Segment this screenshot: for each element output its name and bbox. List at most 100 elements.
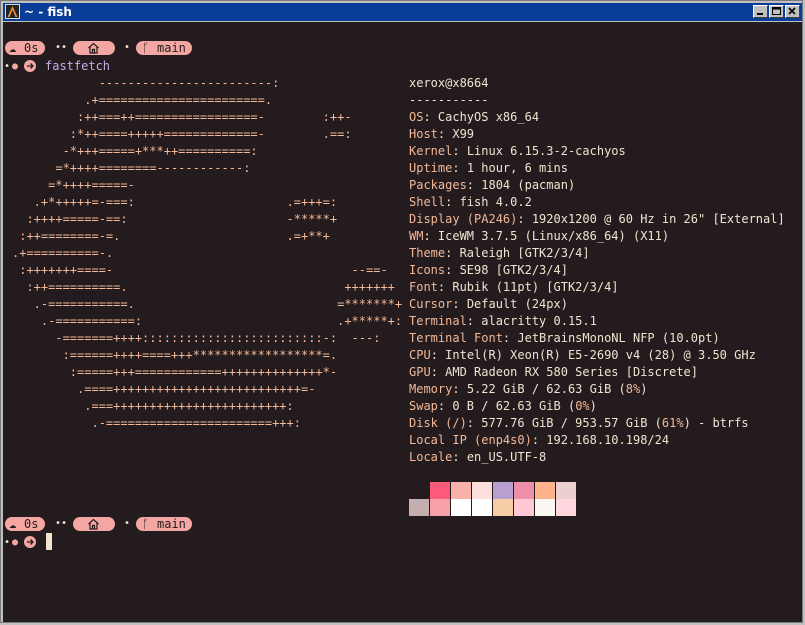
maximize-button[interactable] xyxy=(769,5,784,18)
info-label: OS xyxy=(409,110,424,124)
git-branch-pill: ᚴ main xyxy=(136,517,192,531)
info-suffix: - btrfs xyxy=(690,416,749,430)
info-row: Shell: fish 4.0.2 xyxy=(409,195,532,209)
info-label: Icons xyxy=(409,263,446,277)
info-row: Host: X99 xyxy=(409,127,475,141)
palette-swatch xyxy=(451,482,471,499)
info-row: Local IP (enp4s0): 192.168.10.198/24 xyxy=(409,433,670,447)
ascii-line: :=====+++============++++++++++++++*- xyxy=(12,365,338,379)
info-label: CPU xyxy=(409,348,431,362)
cloud-icon: ☁ xyxy=(9,517,17,531)
prompt-dots: • xyxy=(4,537,11,548)
ascii-line: :*++====+++++=============- .==: xyxy=(12,127,352,141)
info-row: Packages: 1804 (pacman) xyxy=(409,178,576,192)
info-row: OS: CachyOS x86_64 xyxy=(409,110,540,124)
prompt-dots: ● xyxy=(12,61,19,72)
separator-dots: •• xyxy=(55,518,68,529)
arrow-right-icon xyxy=(24,60,36,72)
command-line-1: • ● fastfetch xyxy=(3,58,143,74)
text-cursor xyxy=(46,533,52,550)
info-row: GPU: AMD Radeon RX 580 Series [Discrete] xyxy=(409,365,699,379)
usage-percent: 8% xyxy=(625,382,641,396)
info-row: WM: IceWM 3.7.5 (Linux/x86_64) (X11) xyxy=(409,229,670,243)
prompt-dots: • xyxy=(4,61,11,72)
palette-swatch xyxy=(493,482,513,499)
info-value: Intel(R) Xeon(R) E5-2690 v4 (28) @ 3.50 … xyxy=(445,348,756,362)
command-line-2[interactable]: • ● xyxy=(3,534,63,550)
ascii-line: :++++=====-==: -*****+ xyxy=(12,212,338,226)
palette-swatch xyxy=(535,482,555,499)
info-label: WM xyxy=(409,229,424,243)
info-label: Terminal xyxy=(409,314,467,328)
info-label: Shell xyxy=(409,195,446,209)
palette-swatch xyxy=(514,499,534,516)
info-value: X99 xyxy=(452,127,475,141)
palette-swatch xyxy=(430,499,450,516)
info-value: Linux 6.15.3-2-cachyos xyxy=(466,144,626,158)
info-label: Display (PA246) xyxy=(409,212,518,226)
ascii-line: :======++++====+++******************=. xyxy=(12,348,338,362)
info-row: Uptime: 1 hour, 6 mins xyxy=(409,161,568,175)
info-label: Uptime xyxy=(409,161,453,175)
info-value: JetBrainsMonoNL NFP (10.0pt) xyxy=(517,331,720,345)
info-value: 5.22 GiB / 62.63 GiB xyxy=(466,382,612,396)
ascii-line: -*+++=====+***++==========: xyxy=(12,144,258,158)
ascii-line: :++===++=================- :++- xyxy=(12,110,352,124)
info-label: Swap xyxy=(409,399,438,413)
info-value: alacritty 0.15.1 xyxy=(481,314,597,328)
cloud-icon: ☁ xyxy=(9,41,17,55)
ascii-line: :++==========. +++++++ xyxy=(12,280,395,294)
info-row: Font: Rubik (11pt) [GTK2/3/4] xyxy=(409,280,619,294)
palette-swatch xyxy=(556,482,576,499)
ascii-line: .====++++++++++++++++++++++++++=- xyxy=(12,382,316,396)
info-label: Terminal Font xyxy=(409,331,503,345)
info-value: 577.76 GiB / 953.57 GiB xyxy=(481,416,648,430)
minimize-button[interactable] xyxy=(753,5,768,18)
info-label: Cursor xyxy=(409,297,453,311)
info-row: Icons: SE98 [GTK2/3/4] xyxy=(409,263,568,277)
ascii-line: ------------------------: xyxy=(12,76,280,90)
separator-dot: • xyxy=(124,518,131,529)
info-row: Swap: 0 B / 62.63 GiB (0%) xyxy=(409,399,597,413)
title-bar[interactable]: ~ - fish xyxy=(3,3,802,21)
terminal-window: ~ - fish ☁ 0s •• • ᚴ main • ● fastfetch … xyxy=(0,0,803,623)
palette-swatch xyxy=(493,499,513,516)
duration-pill: ☁ 0s xyxy=(5,41,45,55)
palette-swatch xyxy=(409,499,429,516)
user-host: xerox@x8664 xyxy=(409,76,489,90)
terminal-area[interactable]: ☁ 0s •• • ᚴ main • ● fastfetch ---------… xyxy=(3,22,802,622)
home-pill xyxy=(73,41,115,55)
info-value: en_US.UTF-8 xyxy=(466,450,547,464)
info-value: AMD Radeon RX 580 Series [Discrete] xyxy=(445,365,699,379)
info-row: Theme: Raleigh [GTK2/3/4] xyxy=(409,246,590,260)
git-branch-icon: ᚴ xyxy=(142,517,150,531)
home-icon xyxy=(87,518,100,533)
usage-percent: 61% xyxy=(661,416,684,430)
ascii-line: .-=======================+++: xyxy=(12,416,301,430)
info-row: CPU: Intel(R) Xeon(R) E5-2690 v4 (28) @ … xyxy=(409,348,756,362)
info-value: 1 hour, 6 mins xyxy=(466,161,568,175)
info-label: Locale xyxy=(409,450,453,464)
palette-swatch xyxy=(409,482,429,499)
info-label: Memory xyxy=(409,382,453,396)
info-label: Packages xyxy=(409,178,467,192)
palette-swatch xyxy=(556,499,576,516)
usage-percent: 0% xyxy=(575,399,590,413)
info-label: Theme xyxy=(409,246,446,260)
duration-pill: ☁ 0s xyxy=(5,517,45,531)
prompt-status-line: ☁ 0s •• • ᚴ main xyxy=(5,41,225,55)
info-row: Locale: en_US.UTF-8 xyxy=(409,450,547,464)
info-value: Rubik (11pt) [GTK2/3/4] xyxy=(452,280,619,294)
alacritty-icon[interactable] xyxy=(5,4,20,19)
prompt-dots: ● xyxy=(12,537,19,548)
ascii-line: .-===========. =*******+ xyxy=(12,297,403,311)
info-value: 1804 (pacman) xyxy=(481,178,576,192)
palette-swatch xyxy=(535,499,555,516)
info-row: Cursor: Default (24px) xyxy=(409,297,568,311)
info-row: Display (PA246): 1920x1200 @ 60 Hz in 26… xyxy=(409,212,785,226)
close-button[interactable] xyxy=(785,5,800,18)
info-label: Kernel xyxy=(409,144,453,158)
info-row: Disk (/): 577.76 GiB / 953.57 GiB (61%) … xyxy=(409,416,749,430)
info-row: Terminal Font: JetBrainsMonoNL NFP (10.0… xyxy=(409,331,720,345)
info-value: 0 B / 62.63 GiB xyxy=(452,399,561,413)
